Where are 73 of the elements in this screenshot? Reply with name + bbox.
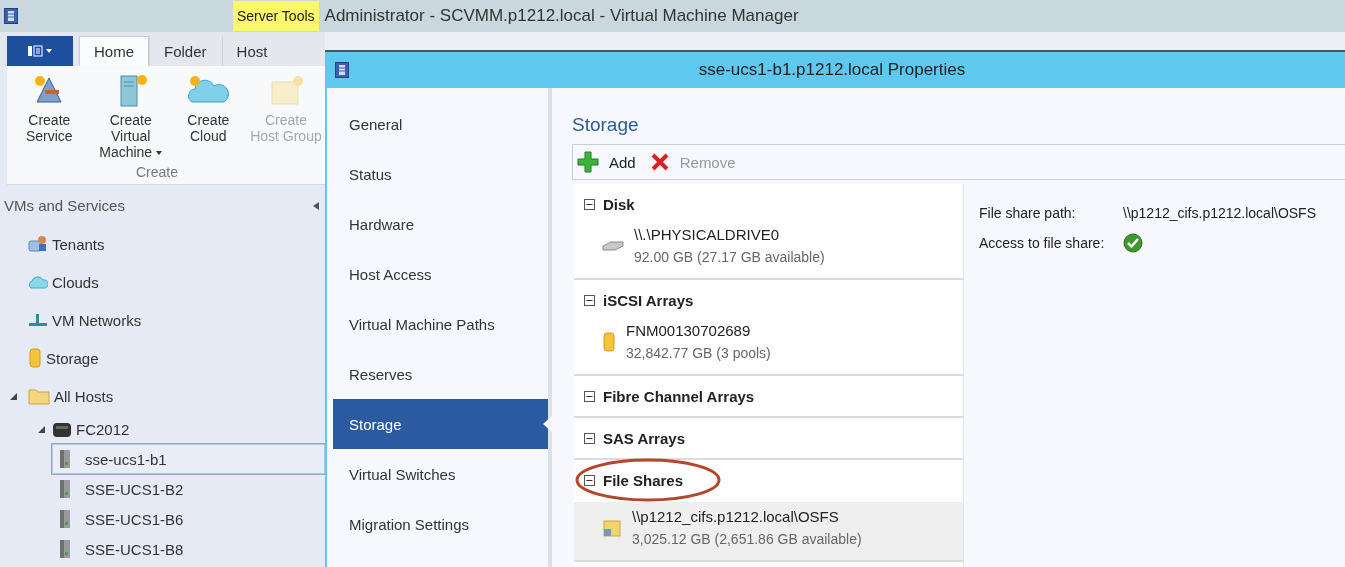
item-capacity: 3,025.12 GB (2,651.86 GB available) xyxy=(632,530,862,549)
people-icon xyxy=(28,235,48,253)
ribbon-button[interactable]: Create Service xyxy=(13,72,86,160)
tree-item[interactable]: Clouds xyxy=(0,263,325,301)
collapse-box-icon[interactable] xyxy=(584,432,595,444)
shared-folder-icon xyxy=(602,518,622,538)
storage-item[interactable]: \\p1212_cifs.p1212.local\OSFS 3,025.12 GB (2,651.86 GB available) xyxy=(574,502,963,560)
tree-item[interactable]: Tenants xyxy=(0,225,325,263)
network-icon xyxy=(28,312,48,328)
ribbon-button[interactable]: Create Virtual Machine xyxy=(91,72,170,160)
contextual-tab-label: Server Tools xyxy=(233,1,319,31)
collapse-box-icon[interactable] xyxy=(584,474,595,486)
expand-arrow-icon[interactable] xyxy=(38,426,45,433)
group-title: SAS Arrays xyxy=(603,429,685,447)
host-group-icon xyxy=(52,420,72,439)
dialog-title: sse-ucs1-b1.p1212.local Properties xyxy=(697,60,967,80)
server-icon xyxy=(59,539,71,559)
field-value: \\p1212_cifs.p1212.local\OSFS xyxy=(1123,205,1316,221)
menu-icon xyxy=(27,45,53,57)
window-title: Administrator - SCVMM.p1212.local - Virtual Machine Manager xyxy=(324,6,799,26)
group-title: File Shares xyxy=(603,471,684,489)
page-tab[interactable]: Host Access xyxy=(333,249,548,299)
tree-item[interactable]: All Hosts xyxy=(0,377,325,415)
item-capacity: 92.00 GB (27.17 GB available) xyxy=(634,248,825,267)
page-tab[interactable]: Status xyxy=(333,149,548,199)
page-tab[interactable]: Reserves xyxy=(333,349,548,399)
page-tab[interactable]: Virtual Switches xyxy=(333,449,548,499)
ribbon-button[interactable]: Create Cloud xyxy=(175,72,241,160)
item-name: FNM00130702689 xyxy=(626,321,752,341)
tree-item[interactable]: sse-ucs1-b1 xyxy=(52,444,325,474)
disk-drive-icon xyxy=(602,240,624,252)
tree-item[interactable]: SSE-UCS1-B2 xyxy=(52,474,325,504)
page-tab[interactable]: Hardware xyxy=(333,199,548,249)
item-name: \\.\PHYSICALDRIVE0 xyxy=(634,225,781,245)
page-tab[interactable]: Virtual Machine Paths xyxy=(333,299,548,349)
app-icon[interactable] xyxy=(4,8,18,24)
server-icon xyxy=(59,479,71,499)
page-tab[interactable]: General xyxy=(333,99,548,149)
window-icon xyxy=(335,62,349,78)
tree-item[interactable]: FC2012 xyxy=(0,415,325,444)
collapse-box-icon[interactable] xyxy=(584,390,595,402)
plus-icon xyxy=(577,151,599,173)
cross-icon xyxy=(649,152,670,172)
field-label: Access to file share: xyxy=(979,235,1106,251)
toolbar-button[interactable]: Add xyxy=(577,151,636,173)
item-capacity: 32,842.77 GB (3 pools) xyxy=(626,344,771,363)
field-label: File share path: xyxy=(979,205,1077,221)
collapse-icon[interactable] xyxy=(313,201,319,210)
pane-title: VMs and Services xyxy=(4,197,125,214)
server-icon xyxy=(59,449,71,469)
cylinder-icon xyxy=(602,332,616,352)
collapse-box-icon[interactable] xyxy=(584,198,595,210)
cylinder-icon xyxy=(28,348,42,368)
cloud-icon xyxy=(28,275,48,289)
ribbon-group-label: Create xyxy=(135,164,179,182)
group-title: Disk xyxy=(603,195,635,213)
server-icon xyxy=(59,509,71,529)
tree-item[interactable]: VM Networks xyxy=(0,301,325,339)
collapse-box-icon[interactable] xyxy=(584,294,595,306)
tree-item[interactable]: SSE-UCS1-B8 xyxy=(52,534,325,564)
expand-arrow-icon[interactable] xyxy=(10,392,17,400)
storage-item[interactable]: FNM00130702689 32,842.77 GB (3 pools) xyxy=(574,320,963,374)
page-tab[interactable]: Migration Settings xyxy=(333,499,548,549)
group-title: Fibre Channel Arrays xyxy=(603,387,755,405)
item-name: \\p1212_cifs.p1212.local\OSFS xyxy=(632,507,840,527)
file-menu-button[interactable] xyxy=(7,36,73,66)
group-title: iSCSI Arrays xyxy=(603,291,694,309)
tree-item[interactable]: SSE-UCS1-B6 xyxy=(52,504,325,534)
section-heading: Storage xyxy=(572,114,640,137)
storage-item[interactable]: \\.\PHYSICALDRIVE0 92.00 GB (27.17 GB available) xyxy=(574,224,963,278)
tree-item[interactable]: Storage xyxy=(0,339,325,377)
folder-icon xyxy=(28,387,50,405)
ribbon-tab[interactable]: Home xyxy=(79,36,149,66)
